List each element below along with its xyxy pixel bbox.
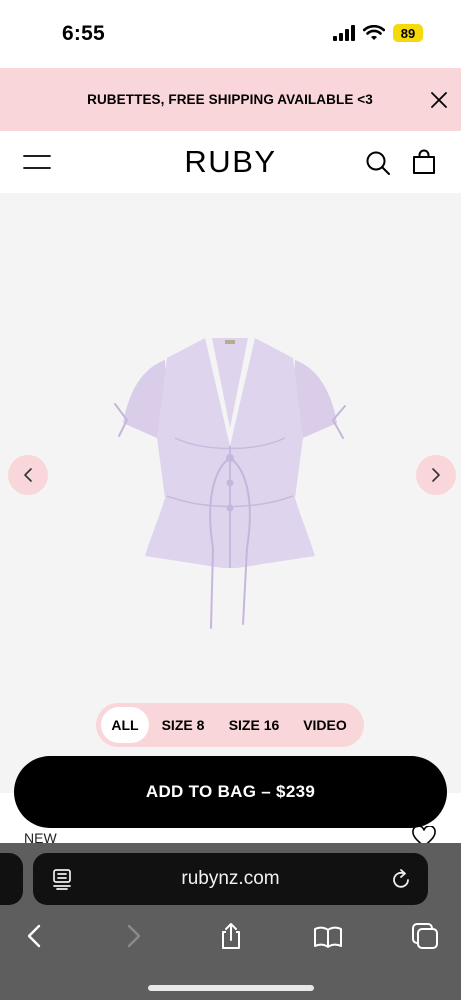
forward-icon[interactable] <box>118 921 148 951</box>
status-icons: 89 <box>333 24 423 42</box>
site-header: RUBY <box>0 131 461 193</box>
home-indicator <box>148 985 314 991</box>
battery-indicator: 89 <box>393 24 423 42</box>
status-bar: 6:55 89 <box>0 0 461 68</box>
next-image-button[interactable] <box>416 455 456 495</box>
back-icon[interactable] <box>20 921 50 951</box>
address-bar[interactable]: rubynz.com <box>33 853 428 905</box>
close-icon[interactable] <box>429 90 449 110</box>
wifi-icon <box>363 25 385 40</box>
reload-icon[interactable] <box>390 867 412 891</box>
browser-toolbar: rubynz.com <box>0 843 461 1000</box>
share-icon[interactable] <box>216 921 246 951</box>
previous-tab-preview[interactable] <box>0 853 23 905</box>
signal-icon <box>333 25 355 41</box>
tabs-icon[interactable] <box>410 921 440 951</box>
previous-image-button[interactable] <box>8 455 48 495</box>
promo-banner: RUBETTES, FREE SHIPPING AVAILABLE <3 <box>0 68 461 131</box>
chevron-right-icon <box>432 468 440 482</box>
chevron-left-icon <box>24 468 32 482</box>
product-gallery: ALL SIZE 8 SIZE 16 VIDEO <box>0 193 461 793</box>
shopping-bag-icon[interactable] <box>410 148 438 176</box>
filter-size-16[interactable]: SIZE 16 <box>217 707 291 743</box>
url-text: rubynz.com <box>181 868 280 889</box>
promo-text: RUBETTES, FREE SHIPPING AVAILABLE <3 <box>87 92 373 107</box>
search-icon[interactable] <box>364 149 392 177</box>
add-to-bag-button[interactable]: ADD TO BAG – $239 <box>14 756 447 828</box>
filter-size-8[interactable]: SIZE 8 <box>149 707 217 743</box>
filter-video[interactable]: VIDEO <box>291 707 359 743</box>
status-time: 6:55 <box>62 22 105 45</box>
bookmarks-icon[interactable] <box>313 921 343 951</box>
image-filter-pills: ALL SIZE 8 SIZE 16 VIDEO <box>96 703 364 747</box>
filter-all[interactable]: ALL <box>101 707 149 743</box>
product-image[interactable] <box>105 328 355 638</box>
